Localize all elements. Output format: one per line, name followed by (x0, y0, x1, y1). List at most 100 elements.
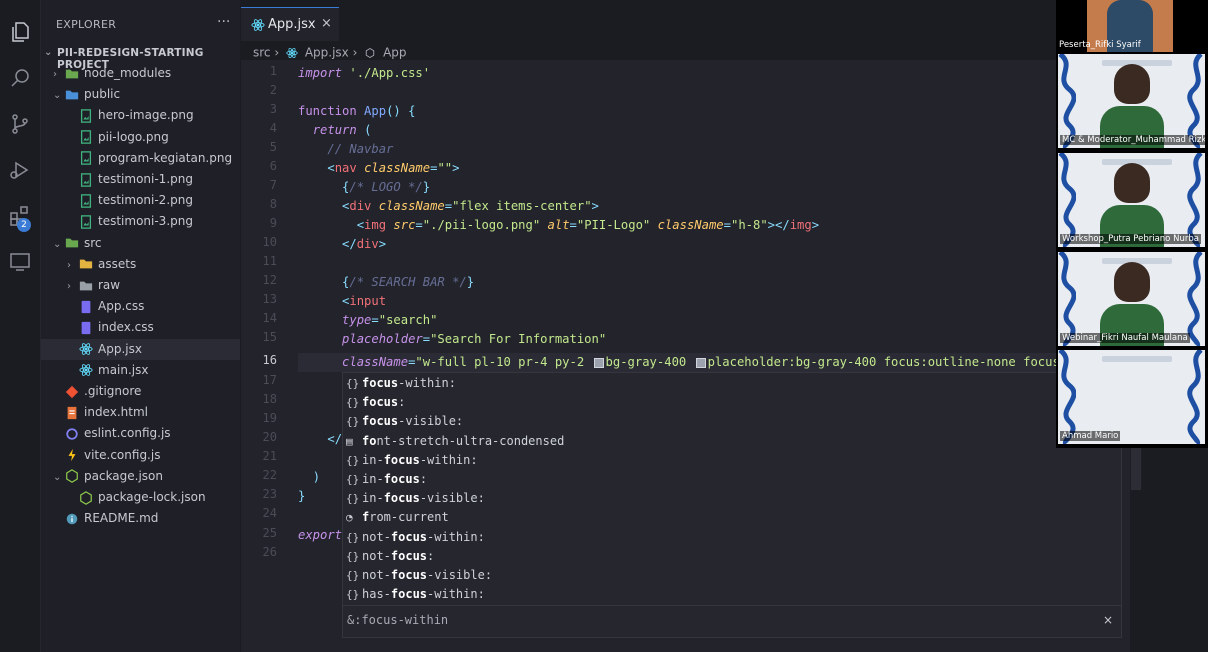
file-tree-item[interactable]: ⌄ src (41, 233, 240, 254)
close-icon[interactable]: × (1103, 613, 1113, 627)
line-number: 19 (262, 411, 277, 425)
close-icon[interactable]: × (321, 16, 332, 31)
symbol-component-icon (366, 47, 375, 58)
wave-decoration (1187, 153, 1203, 247)
participant-tile-4[interactable]: Webinar_Fikri Naufal Maulana (1058, 252, 1205, 346)
symbol-icon: ◔ (346, 511, 353, 525)
suggestion-item[interactable]: ▤ font-stretch-ultra-condensed (343, 432, 1121, 451)
suggestion-item[interactable]: {} focus-within: (343, 374, 1121, 393)
participant-tile-3[interactable]: Workshop_Putra Pebriano Nurba (1058, 153, 1205, 247)
chevron-right-icon: › (67, 259, 71, 271)
file-tree-item[interactable]: main.jsx (41, 360, 240, 381)
file-tree-item[interactable]: program-kegiatan.png (41, 148, 240, 169)
suggestion-item[interactable]: {} in-focus-visible: (343, 489, 1121, 508)
file-tree-label: App.jsx (98, 341, 142, 356)
explorer-files-icon[interactable] (8, 20, 32, 44)
breadcrumb-file[interactable]: App.jsx (305, 46, 349, 60)
breadcrumb-src[interactable]: src (253, 46, 271, 60)
suggestion-item[interactable]: {} not-focus-within: (343, 528, 1121, 547)
node-icon (80, 490, 92, 505)
file-tree-item[interactable]: › assets (41, 254, 240, 275)
file-tree-label: testimoni-2.png (98, 193, 193, 208)
search-icon[interactable] (8, 66, 32, 90)
file-tree-item[interactable]: App.css (41, 296, 240, 317)
remote-explorer-icon[interactable] (8, 250, 32, 274)
line-number: 7 (269, 178, 277, 192)
file-tree-item[interactable]: › raw (41, 275, 240, 296)
code-line-23: } (298, 489, 306, 503)
suggestion-item[interactable]: ◔ from-current (343, 508, 1121, 527)
braces-icon: {} (346, 549, 360, 563)
wave-decoration (1058, 252, 1076, 346)
file-tree-item[interactable]: testimoni-2.png (41, 190, 240, 211)
file-tree-item[interactable]: index.css (41, 317, 240, 338)
suggestion-suffix: rom-current (369, 510, 449, 525)
participant-tile-2[interactable]: MC & Moderator_Muhammad Rizky (1058, 54, 1205, 148)
file-tree-item[interactable]: README.md (41, 508, 240, 529)
file-tree-item[interactable]: App.jsx (41, 338, 240, 360)
folder-icon (65, 90, 79, 100)
vscode-window: 2 EXPLORER ··· ⌄ PII-REDESIGN-STARTING P… (0, 0, 1208, 652)
vite-icon (68, 448, 76, 462)
file-tree-item[interactable]: pii-logo.png (41, 127, 240, 148)
file-tree-item[interactable]: ⌄ public (41, 84, 240, 105)
line-number: 26 (262, 545, 277, 559)
suggestion-item[interactable]: {} in-focus: (343, 470, 1121, 489)
code-line-14: type="search" (342, 313, 438, 327)
file-tree-label: testimoni-3.png (98, 214, 193, 229)
file-tree-item[interactable]: .gitignore (41, 381, 240, 402)
suggestion-item[interactable]: {} focus-visible: (343, 412, 1121, 431)
file-tree-item[interactable]: index.html (41, 402, 240, 423)
suggestion-prefix: in- (362, 452, 384, 467)
suggestion-suffix: -visible: (398, 414, 464, 429)
participant-name: Workshop_Putra Pebriano Nurba (1060, 234, 1201, 244)
file-tree-label: public (84, 87, 121, 102)
folder-icon (65, 69, 79, 78)
suggestion-match: focus (390, 548, 428, 563)
suggestion-match: focus (390, 587, 428, 602)
tab-app-jsx[interactable]: App.jsx × (241, 7, 339, 41)
file-tree-item[interactable]: ⌄ package.json (41, 466, 240, 487)
breadcrumb-symbol[interactable]: App (383, 46, 406, 60)
suggestion-prefix: in- (362, 472, 384, 486)
breadcrumb: src › App.jsx › App (253, 45, 407, 60)
file-tree-item[interactable]: testimoni-1.png (41, 169, 240, 190)
suggestion-match: focus (362, 395, 399, 410)
braces-icon: {} (346, 396, 360, 410)
code-line-22: ) (312, 470, 321, 484)
code-line-9: <img src="./pii-logo.png" alt="PII-Logo"… (356, 218, 820, 232)
suggestion-item[interactable]: {} focus: (343, 393, 1121, 412)
file-tree-label: assets (98, 256, 137, 271)
file-tree-item[interactable]: eslint.config.js (41, 423, 240, 444)
file-tree-label: testimoni-1.png (98, 172, 193, 186)
run-debug-icon[interactable] (8, 158, 32, 182)
suggestion-item[interactable]: {} not-focus: (343, 547, 1121, 566)
line-number: 8 (269, 197, 277, 211)
project-root[interactable]: ⌄ PII-REDESIGN-STARTING PROJECT (41, 45, 240, 71)
line-number: 21 (262, 449, 277, 463)
autocomplete-suggestions[interactable]: {} focus-within:{} focus:{} focus-visible: ▤… (342, 372, 1122, 638)
color-swatch-icon (593, 357, 604, 368)
react-icon (286, 47, 298, 58)
suggestion-item[interactable]: {} not-focus-visible: (343, 566, 1121, 585)
suggestion-prefix: has- (362, 587, 391, 602)
line-number: 23 (262, 487, 277, 501)
more-actions-icon[interactable]: ··· (217, 14, 230, 30)
suggestion-item[interactable]: {} in-focus-within: (343, 451, 1121, 470)
file-tree-item[interactable]: hero-image.png (41, 105, 240, 126)
participant-video (1114, 64, 1150, 104)
folder-icon (79, 259, 93, 269)
participant-tile-5[interactable]: Ahmad Mario (1058, 350, 1205, 444)
source-control-icon[interactable] (8, 112, 32, 136)
file-tree-item[interactable]: › node_modules (41, 63, 240, 84)
suggestion-item[interactable]: {} has-focus-within: (343, 585, 1121, 604)
file-tree-item[interactable]: vite.config.js (41, 445, 240, 466)
eslint-icon (66, 428, 78, 440)
suggestion-prefix: not- (362, 529, 391, 544)
file-tree-item[interactable]: testimoni-3.png (41, 211, 240, 232)
braces-icon: {} (346, 473, 360, 486)
line-number: 2 (269, 83, 277, 97)
participant-name: Ahmad Mario (1060, 431, 1121, 441)
file-tree-item[interactable]: package-lock.json (41, 487, 240, 508)
file-tree-label: package-lock.json (98, 490, 206, 504)
